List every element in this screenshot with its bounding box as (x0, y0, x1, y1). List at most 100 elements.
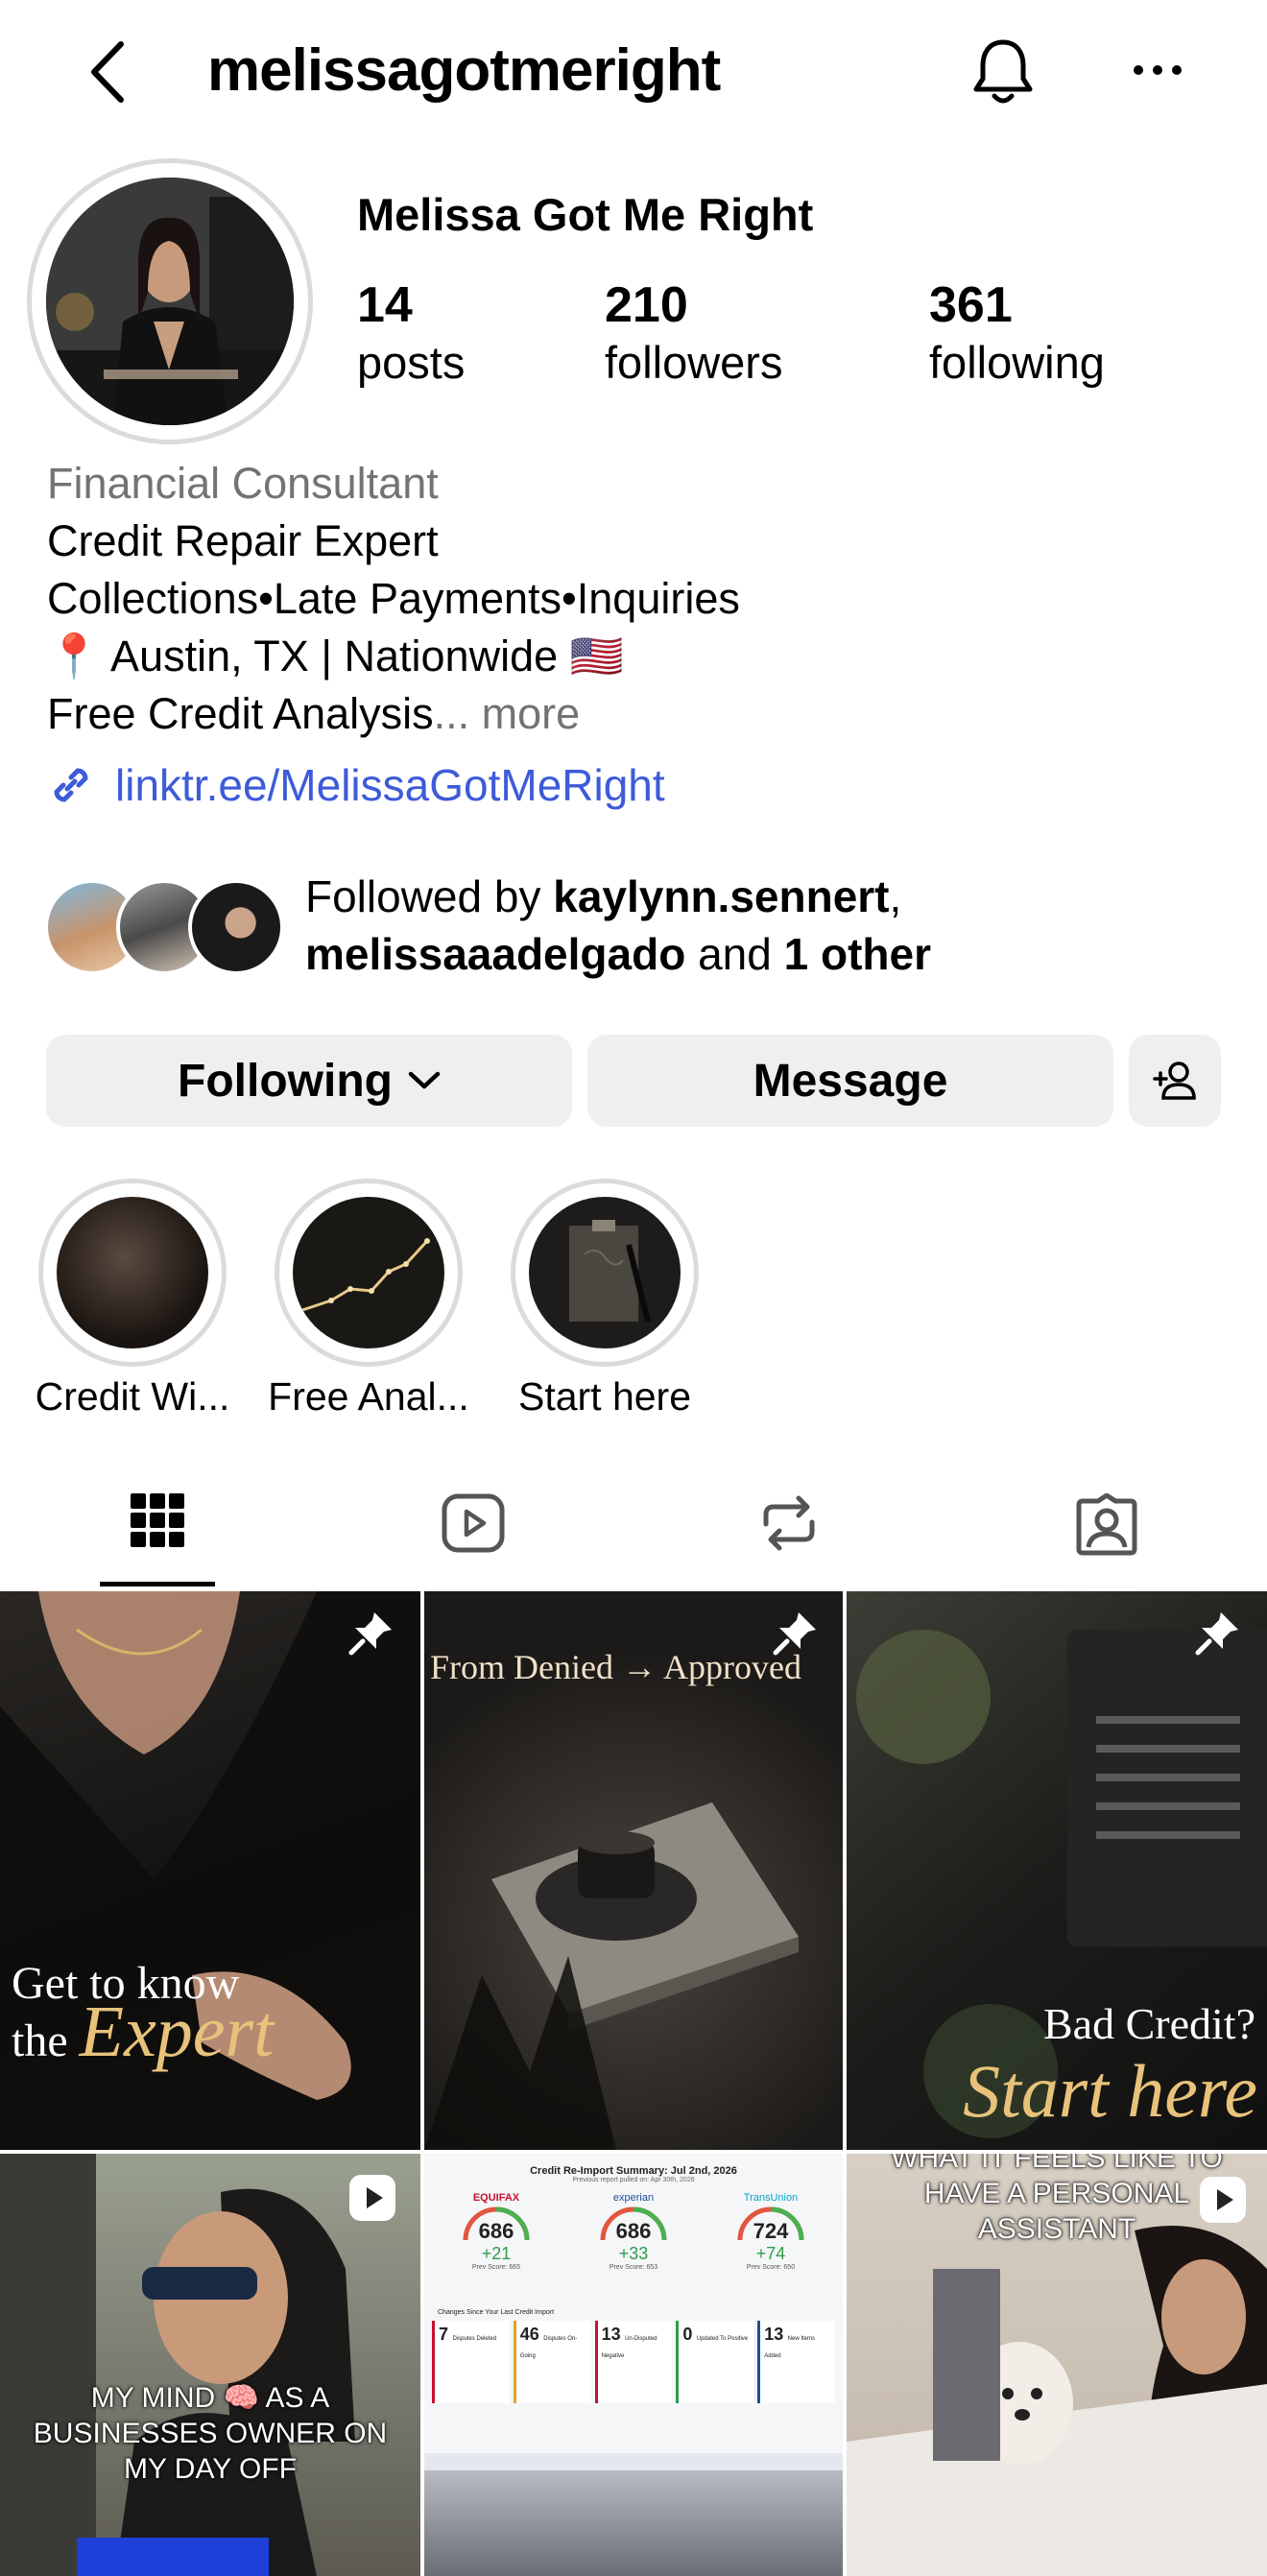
suggest-people-button[interactable] (1129, 1035, 1221, 1127)
display-name: Melissa Got Me Right (357, 189, 814, 240)
change-num: 0 (682, 2325, 693, 2344)
followers-count: 210 (605, 277, 688, 333)
highlight-2-cover (293, 1197, 444, 1348)
posts-count: 14 (357, 277, 413, 333)
post-4-line-3: MY DAY OFF (123, 2453, 298, 2485)
change-num: 7 (439, 2325, 449, 2344)
change-num: 13 (601, 2325, 621, 2344)
bureau-transunion: TransUnion 724 +74 Prev Score: 650 (705, 2192, 837, 2284)
post-3-line-1: Bad Credit? (1043, 1999, 1255, 2048)
post-4-line-1: MY MIND 🧠 AS A (90, 2382, 330, 2414)
message-button-label: Message (753, 1055, 948, 1107)
chevron-down-icon (408, 1071, 441, 1090)
change-label: Updated To Positive (696, 2336, 749, 2342)
change-card: 46 Disputes On-Going (513, 2321, 591, 2403)
bureau-equifax-change: +21 (481, 2244, 512, 2263)
add-person-icon (1152, 1060, 1198, 1102)
change-card: 13 New Items Added (757, 2321, 835, 2403)
link-icon (44, 758, 98, 812)
bureau-transunion-prev: Prev Score: 650 (746, 2264, 796, 2271)
and-text: and (685, 929, 784, 979)
credit-summary-screen: Credit Re-Import Summary: Jul 2nd, 2026 … (424, 2154, 843, 2470)
post-4-line-2: BUSINESSES OWNER ON (33, 2418, 388, 2449)
change-num: 46 (519, 2325, 539, 2344)
followers-label: followers (605, 337, 783, 388)
bio-line-2: Collections•Late Payments•Inquiries (47, 574, 740, 623)
mutual-user-2: melissaaadelgado (305, 929, 686, 979)
post-1-line-2: the Expert (12, 1995, 274, 2068)
profile-link-text: linktr.ee/MelissaGotMeRight (115, 760, 665, 810)
comma: , (889, 871, 902, 921)
bureau-experian-change: +33 (618, 2244, 649, 2263)
credit-summary-subtitle: Previous report pulled on: Apr 30th, 202… (572, 2177, 695, 2183)
stat-posts[interactable]: 14 posts (357, 276, 465, 389)
bio-line-4: Free Credit Analysis... more (47, 685, 580, 743)
bio-more-link[interactable]: ... more (434, 689, 581, 738)
posts-label: posts (357, 337, 466, 388)
pin-icon (1195, 1612, 1238, 1656)
bureau-transunion-change: +74 (755, 2244, 786, 2263)
bureau-equifax-prev: Prev Score: 665 (471, 2264, 521, 2271)
highlight-1-label: Credit Wi... (35, 1374, 230, 1419)
bureau-equifax-score: 686 (478, 2219, 514, 2243)
bureau-transunion-score: 724 (753, 2219, 789, 2243)
following-count: 361 (929, 277, 1013, 333)
following-label: following (929, 337, 1105, 388)
profile-link[interactable]: linktr.ee/MelissaGotMeRight (44, 758, 665, 812)
followed-by-text[interactable]: Followed by kaylynn.sennert, melissaaade… (305, 868, 931, 983)
taskbar (424, 2453, 843, 2470)
bell-icon[interactable] (969, 36, 1037, 106)
mutual-avatars[interactable] (44, 879, 284, 975)
active-tab-indicator (100, 1582, 215, 1586)
post-tile-5[interactable]: Credit Re-Import Summary: Jul 2nd, 2026 … (424, 2154, 843, 2576)
post-4-caption: MY MIND 🧠 AS A BUSINESSES OWNER ON MY DA… (0, 2380, 420, 2487)
changes-row: 7 Disputes Deleted 46 Disputes On-Going … (432, 2321, 835, 2403)
stat-followers[interactable]: 210 followers (605, 276, 782, 389)
bureau-experian: experian 686 +33 Prev Score: 653 (567, 2192, 700, 2284)
post-tile-1[interactable]: Get to know the Expert (0, 1591, 420, 2150)
post-1-caption: Get to know the Expert (12, 1960, 274, 2069)
change-card: 13 Un-Disputed Negative (594, 2321, 673, 2403)
credit-summary-title: Credit Re-Import Summary: Jul 2nd, 2026 (530, 2165, 737, 2177)
stat-following[interactable]: 361 following (929, 276, 1105, 389)
bureau-experian-prev: Prev Score: 653 (609, 2264, 658, 2271)
reels-icon[interactable] (442, 1493, 505, 1553)
change-card: 7 Disputes Deleted (432, 2321, 510, 2403)
following-button[interactable]: Following (46, 1035, 572, 1127)
followed-by-prefix: Followed by (305, 871, 554, 921)
post-tile-6[interactable]: WHAT IT FEELS LIKE TO HAVE A PERSONAL AS… (847, 2154, 1267, 2576)
bureau-equifax-name: EQUIFAX (472, 2192, 520, 2204)
message-button[interactable]: Message (587, 1035, 1113, 1127)
back-icon[interactable] (84, 38, 132, 106)
mutual-avatar-3 (188, 879, 284, 975)
following-button-label: Following (178, 1055, 393, 1107)
more-horizontal-icon[interactable] (1133, 63, 1183, 77)
post-6-line-1: WHAT IT FEELS LIKE TO (891, 2154, 1223, 2174)
mutual-others: 1 other (783, 929, 931, 979)
grid-icon[interactable] (131, 1493, 184, 1547)
post-tile-3[interactable]: Bad Credit? Start here (847, 1591, 1267, 2150)
bio-line-1: Credit Repair Expert (47, 516, 439, 565)
highlight-3-cover (529, 1197, 681, 1348)
bureau-equifax: EQUIFAX 686 +21 Prev Score: 665 (430, 2192, 562, 2284)
post-6-line-3: ASSISTANT (977, 2213, 1136, 2245)
highlight-3-label: Start here (517, 1374, 692, 1419)
avatar[interactable] (46, 178, 294, 425)
repost-icon[interactable] (760, 1493, 818, 1553)
post-3-line-2: Start here (963, 2049, 1257, 2133)
post-tile-2[interactable]: From Denied → Approved (424, 1591, 843, 2150)
tagged-icon[interactable] (1075, 1493, 1138, 1557)
changes-title: Changes Since Your Last Credit Import (438, 2309, 555, 2316)
bio-line-3: 📍 Austin, TX | Nationwide 🇺🇸 (47, 632, 624, 680)
post-tile-4[interactable]: MY MIND 🧠 AS A BUSINESSES OWNER ON MY DA… (0, 2154, 420, 2576)
bureau-experian-score: 686 (615, 2219, 652, 2243)
laptop-keyboard (424, 2470, 843, 2576)
bureau-transunion-name: TransUnion (743, 2192, 799, 2204)
reel-badge-icon (349, 2175, 395, 2221)
post-1-the: the (12, 2015, 68, 2066)
profile-username: melissagotmeright (207, 37, 721, 104)
change-card: 0 Updated To Positive (676, 2321, 754, 2403)
mutual-user-1: kaylynn.sennert (553, 871, 890, 921)
bureau-experian-name: experian (612, 2192, 655, 2204)
post-6-caption: WHAT IT FEELS LIKE TO HAVE A PERSONAL AS… (847, 2154, 1267, 2247)
